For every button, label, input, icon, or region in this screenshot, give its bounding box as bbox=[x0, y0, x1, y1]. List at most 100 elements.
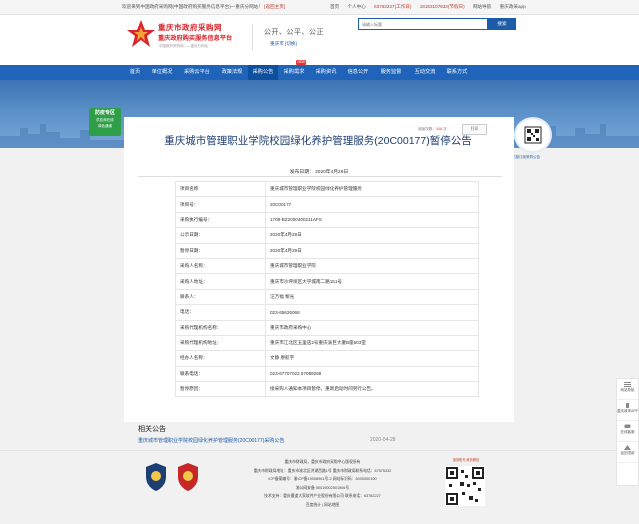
row-key: 采购代理机构名称： bbox=[175, 319, 266, 336]
site-title: 重庆市政府采购网 bbox=[158, 23, 222, 32]
nav-home[interactable]: 首页 bbox=[124, 65, 146, 80]
row-key: 项目名称 bbox=[175, 180, 266, 198]
nav-unit[interactable]: 单位概况 bbox=[146, 65, 178, 80]
sitemap-icon bbox=[624, 382, 631, 387]
nav-cloud[interactable]: 采购云平台 bbox=[178, 65, 216, 80]
nav-contact[interactable]: 联系方式 bbox=[442, 65, 472, 80]
row-key: 联系人： bbox=[175, 288, 266, 306]
row-key: 采购人地址： bbox=[175, 273, 266, 290]
search-input[interactable] bbox=[358, 18, 488, 30]
sidebar-sitemap-label: 网站导航 bbox=[620, 388, 635, 392]
footer-info: 重庆市财政局，重庆市政府采购中心版权所有 重庆市财政局地址：重庆市渝北区洪湖西路… bbox=[200, 458, 445, 510]
table-row: 经办人名称： 文静 廖航宇 bbox=[175, 350, 479, 367]
nav-policy[interactable]: 政策法规 bbox=[216, 65, 248, 80]
row-key: 项目号： bbox=[175, 196, 266, 213]
print-button[interactable]: 打印 bbox=[462, 124, 487, 135]
top-bar: 欢迎来到中国政府采购网(中国政府购买服务信息平台)—重庆分网站！ [返回主页] … bbox=[0, 0, 639, 15]
table-row: 暂停原因： 接采购人通知本项目暂停，重新启动时间另行公告。 bbox=[175, 381, 479, 398]
row-value: 重庆市政府采购中心 bbox=[265, 319, 479, 336]
subscribe-qr-icon[interactable] bbox=[516, 119, 550, 151]
notice-info-table: 项目名称 重庆城市管理职业学院校园绿化养护管理服务 项目号： 20C00177 采购… bbox=[175, 180, 479, 398]
top-user-center-link[interactable]: 个人中心 bbox=[347, 4, 365, 9]
nav-demand-label: 采购需求 bbox=[283, 69, 305, 75]
sidebar-service[interactable]: 在线客服 bbox=[617, 421, 638, 442]
sidebar-app[interactable]: 重庆政采APP bbox=[617, 400, 638, 421]
title-divider bbox=[138, 176, 502, 177]
related-notice-link[interactable]: 重庆城市管理职业学院校园绿化养护管理服务(20C00177)采购公告 bbox=[138, 437, 284, 444]
nav-interaction[interactable]: 互动交流 bbox=[408, 65, 442, 80]
header-divider bbox=[252, 24, 253, 50]
region-switch[interactable]: 重庆市 [切换] bbox=[270, 41, 297, 47]
row-value: 重庆市沙坪坝区大学城南二路151号 bbox=[265, 273, 479, 290]
table-row: 采购代理机构名称： 重庆市政府采购中心 bbox=[175, 319, 479, 336]
article-title: 重庆城市管理职业学院校园绿化养护管理服务(20C00177)暂停公告 bbox=[164, 135, 472, 147]
row-key: 联系电话： bbox=[175, 365, 266, 383]
chat-icon bbox=[624, 424, 631, 428]
view-count: 阅读次数：348 次 bbox=[418, 127, 447, 132]
view-count-label: 阅读次数： bbox=[418, 127, 436, 131]
phone-workday: 63782227(工作日) bbox=[374, 4, 412, 9]
app-link[interactable]: 重庆政采app bbox=[500, 4, 526, 9]
footer-links[interactable]: 百度统计 | 网站地图 bbox=[200, 501, 445, 510]
row-value: 重庆城市管理职业学院 bbox=[265, 257, 479, 275]
table-row: 暂停日期： 2020年4月29日 bbox=[175, 242, 479, 259]
row-value: 2020年4月28日 bbox=[265, 227, 479, 244]
row-value: 023-65626068 bbox=[265, 304, 479, 321]
new-badge: NEW bbox=[296, 60, 307, 65]
sidebar-top-label: 返回顶部 bbox=[620, 451, 635, 455]
table-row: 采购人名称： 重庆城市管理职业学院 bbox=[175, 257, 479, 275]
wechat-qr-icon bbox=[445, 466, 485, 506]
epidemic-zone-promo[interactable]: 防疫专区 供应商在线 绿色通道 bbox=[89, 108, 121, 136]
table-row: 采购代理机构地址： 重庆市江北区五里店2号重庆渝巨大厦B座503室 bbox=[175, 334, 479, 352]
row-key: 暂停日期： bbox=[175, 242, 266, 259]
arrow-up-icon bbox=[624, 445, 631, 450]
table-row: 联系人： 汪万福 黎光 bbox=[175, 288, 479, 306]
floating-sidebar: 网站导航 重庆政采APP 在线客服 返回顶部 bbox=[616, 378, 639, 486]
home-link[interactable]: [返回主页] bbox=[264, 4, 285, 9]
view-count-unit: 次 bbox=[442, 127, 447, 131]
site-header: 重庆市政府采购网 重庆政府购买服务信息平台 中国政府采购网——重庆分网站 公开、… bbox=[0, 15, 639, 65]
row-key: 采购人名称： bbox=[175, 257, 266, 275]
wechat-qr-title: 渝采阳光 政务微信 bbox=[452, 458, 480, 462]
table-row: 公示日期： 2020年4月28日 bbox=[175, 227, 479, 244]
sidebar-service-label: 在线客服 bbox=[620, 430, 635, 434]
top-home-link[interactable]: 首页 bbox=[330, 4, 339, 9]
row-value: 023-67707022 67089268 bbox=[265, 365, 479, 383]
footer-line: 渝公网安备 50019002501906号 bbox=[295, 485, 350, 490]
slogan: 公开、公平、公正 bbox=[264, 29, 324, 36]
related-notice-date: 2020-04-28 bbox=[370, 437, 396, 443]
row-value: 重庆市江北区五里店2号重庆渝巨大厦B座503室 bbox=[265, 334, 479, 352]
related-title: 相关公告 bbox=[138, 426, 166, 433]
nav-news[interactable]: 采购资讯 bbox=[310, 65, 342, 80]
row-key: 经办人名称： bbox=[175, 350, 266, 367]
nav-notices[interactable]: 采购公告 bbox=[248, 65, 278, 80]
footer-line: 重庆市财政局地址：重庆市渝北区洪湖西路1号 重庆市财政局联系电话：6757533… bbox=[253, 468, 392, 473]
row-value: 接采购人通知本项目暂停，重新启动时间另行公告。 bbox=[265, 381, 479, 398]
footer-line: 重庆市财政局，重庆市政府采购中心版权所有 bbox=[284, 460, 361, 464]
row-value: 文静 廖航宇 bbox=[265, 350, 479, 367]
phone-holiday: 18183107833(节假日) bbox=[419, 4, 465, 9]
welcome-text: 欢迎来到中国政府采购网(中国政府购买服务信息平台)—重庆分网站！ bbox=[122, 4, 263, 9]
promo-line2: 绿色通道 bbox=[98, 124, 112, 128]
row-value: 20C00177 bbox=[265, 196, 479, 213]
sitemap-link[interactable]: 网站导航 bbox=[473, 4, 491, 9]
promo-title: 防疫专区 bbox=[94, 110, 115, 116]
row-key: 采购执行编号： bbox=[175, 211, 266, 229]
table-row: 联系电话： 023-67707022 67089268 bbox=[175, 365, 479, 383]
footer-line: 技术支持：重庆墨道大家软件产业股份有限公司 联系电话：63782227 bbox=[264, 494, 381, 499]
view-count-value: 348 bbox=[435, 127, 442, 131]
nav-demand[interactable]: 采购需求 NEW bbox=[278, 60, 310, 80]
sidebar-top[interactable]: 返回顶部 bbox=[617, 442, 638, 463]
main-nav: 首页 单位概况 采购云平台 政策法规 采购公告 采购需求 NEW 采购资讯 信息… bbox=[0, 60, 639, 80]
publish-date: 发布日期： 2020年4月29日 bbox=[289, 170, 349, 175]
site-logo-icon bbox=[127, 20, 155, 47]
row-value: 2020年4月29日 bbox=[265, 242, 479, 259]
nav-supervision[interactable]: 服务监督 bbox=[374, 65, 408, 80]
row-key: 电话： bbox=[175, 304, 266, 321]
nav-disclosure[interactable]: 信息公开 bbox=[342, 65, 374, 80]
phone-icon bbox=[626, 403, 629, 408]
table-row: 电话： 023-65626068 bbox=[175, 304, 479, 321]
search-button[interactable]: 搜索 bbox=[488, 18, 516, 30]
sidebar-sitemap[interactable]: 网站导航 bbox=[617, 379, 638, 400]
sidebar-app-label: 重庆政采APP bbox=[617, 409, 639, 413]
